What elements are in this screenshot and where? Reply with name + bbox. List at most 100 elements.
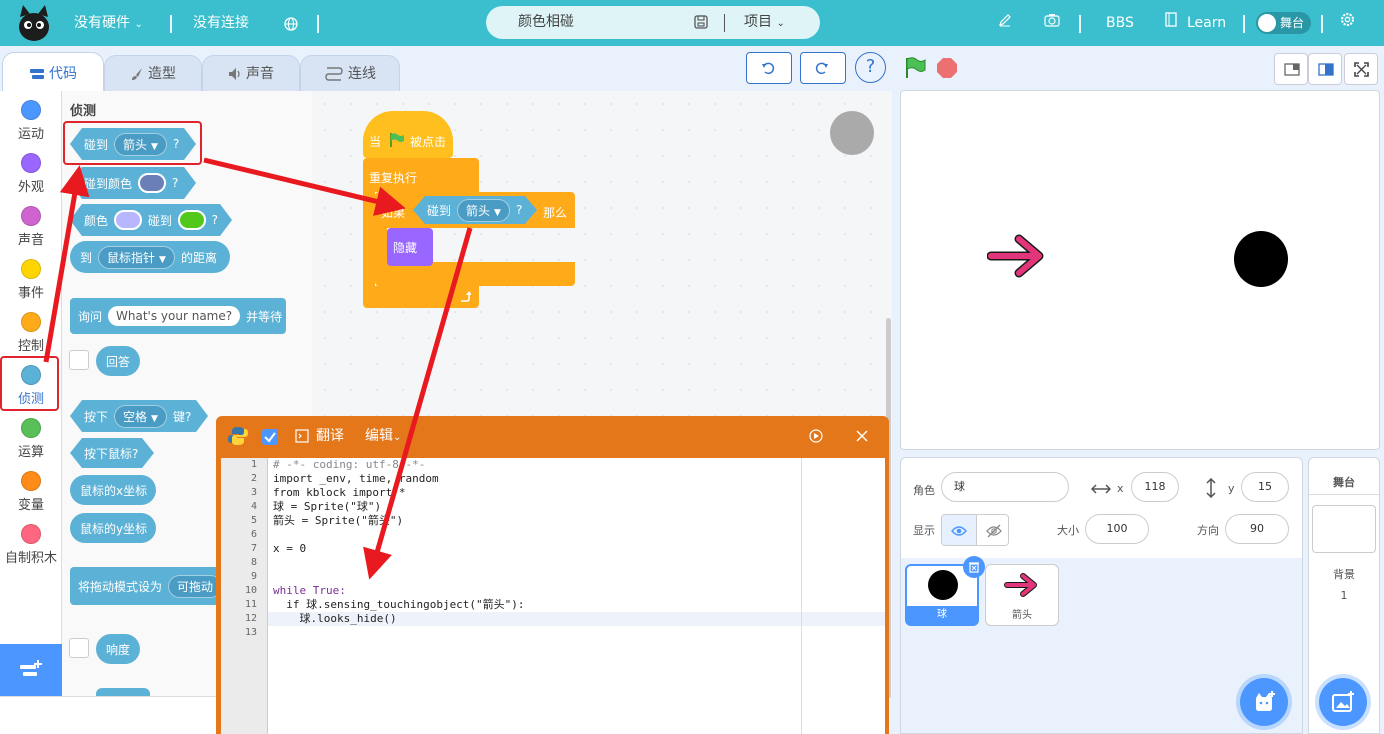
project-menu[interactable]: 项目 ⌄ (744, 6, 785, 40)
block-color-touching-color[interactable]: 颜色 碰到 ? (70, 204, 232, 236)
block-key-pressed[interactable]: 按下 空格 ▼ 键? (70, 400, 208, 432)
tab-code[interactable]: 代码 (2, 52, 104, 92)
add-sprite-icon (1256, 691, 1275, 711)
show-button[interactable] (942, 515, 976, 545)
connection-menu[interactable]: 没有连接 (193, 0, 249, 46)
dropdown-caret-icon: ▼ (159, 254, 166, 265)
touching-object-dropdown[interactable]: 箭头 ▼ (457, 199, 510, 222)
code-editor[interactable]: 1 2 3 4 5 6 7 8 9 10 11 12 13 # -*- codi… (221, 458, 885, 734)
fullscreen-button[interactable] (1344, 53, 1378, 85)
undo-button[interactable] (746, 52, 792, 84)
y-input[interactable]: 15 (1241, 472, 1289, 502)
run-icon[interactable] (809, 429, 823, 443)
x-label: x (1117, 482, 1124, 495)
chevron-down-icon: ⌄ (134, 19, 143, 30)
stage-canvas[interactable] (900, 90, 1380, 450)
arrow-sprite[interactable] (987, 231, 1047, 281)
direction-input[interactable]: 90 (1225, 514, 1289, 544)
add-sprite-button[interactable] (1240, 678, 1288, 726)
color-swatch[interactable] (114, 210, 142, 230)
category-label: 自制积木 (4, 551, 57, 566)
block-mouse-x[interactable]: 鼠标的x坐标 (70, 475, 156, 505)
category-dot (21, 471, 41, 491)
direction-label: 方向 (1197, 524, 1219, 537)
block-ask-and-wait[interactable]: 询问 What's your name? 并等待 (70, 298, 286, 334)
code-line: from kblock import * (273, 486, 406, 499)
help-button[interactable]: ? (855, 52, 886, 83)
delete-sprite-button[interactable] (963, 556, 985, 578)
redo-button[interactable] (800, 52, 846, 84)
color-swatch[interactable] (178, 210, 206, 230)
category-motion[interactable]: 运动 (0, 94, 62, 147)
category-operators[interactable]: 运算 (0, 412, 62, 465)
block-set-drag-mode[interactable]: 将拖动模式设为 可拖动 (70, 567, 223, 605)
category-variables[interactable]: 变量 (0, 465, 62, 518)
category-sound[interactable]: 声音 (0, 200, 62, 253)
hide-button[interactable] (976, 515, 1008, 545)
chevron-down-icon: ⌄ (776, 18, 785, 29)
undo-icon (762, 62, 775, 75)
add-backdrop-button[interactable] (1319, 678, 1367, 726)
ask-input[interactable]: What's your name? (108, 306, 241, 326)
tab-costumes-label: 造型 (148, 66, 176, 82)
divider (170, 15, 172, 33)
backdrop-thumbnail[interactable] (1312, 505, 1376, 553)
category-looks[interactable]: 外观 (0, 147, 62, 200)
project-menu-label: 项目 (744, 14, 772, 30)
divider (724, 14, 725, 32)
code-line: import _env, time, random (273, 472, 439, 485)
app-logo-icon[interactable] (14, 3, 54, 43)
hat-block-when-flag-clicked[interactable]: 当 被点击 (363, 111, 453, 158)
save-icon[interactable] (694, 15, 708, 29)
ball-sprite[interactable] (1234, 231, 1288, 287)
key-dropdown[interactable]: 空格 ▼ (114, 405, 167, 428)
green-flag-icon[interactable] (903, 56, 927, 80)
tab-wiring[interactable]: 连线 (300, 55, 400, 91)
learn-link[interactable]: Learn (1187, 0, 1226, 46)
block-mouse-y[interactable]: 鼠标的y坐标 (70, 513, 156, 543)
category-label: 事件 (17, 286, 44, 301)
block-distance-to[interactable]: 到 鼠标指针 ▼ 的距离 (70, 241, 230, 273)
annotation-highlight-sensing (0, 356, 59, 411)
category-my-blocks[interactable]: 自制积木 (0, 518, 62, 571)
sprite-name-input[interactable]: 球 (941, 472, 1069, 502)
sprite-thumbnail[interactable]: 箭头 (985, 564, 1059, 626)
loudness-monitor-checkbox[interactable] (69, 638, 89, 658)
category-control[interactable]: 控制 (0, 306, 62, 359)
block-hide[interactable]: 隐藏 (387, 228, 433, 266)
tab-sounds[interactable]: 声音 (202, 55, 300, 91)
close-icon[interactable] (856, 430, 868, 442)
forever-block[interactable]: 重复执行 (363, 158, 479, 192)
category-events[interactable]: 事件 (0, 253, 62, 306)
size-input[interactable]: 100 (1085, 514, 1149, 544)
distance-dropdown[interactable]: 鼠标指针 ▼ (98, 245, 175, 269)
block-touching-object-in-script[interactable]: 碰到 箭头 ▼ ? (413, 196, 537, 224)
hardware-menu[interactable]: 没有硬件 ⌄ (74, 0, 143, 46)
bbs-link[interactable]: BBS (1106, 0, 1134, 46)
globe-icon[interactable] (284, 17, 298, 31)
line-number: 4 (250, 501, 257, 512)
pencil-icon[interactable] (998, 13, 1012, 27)
sprite-thumbnail[interactable]: 球 (905, 556, 985, 626)
block-touching-color[interactable]: 碰到颜色 ? (70, 167, 196, 199)
large-stage-button[interactable] (1308, 53, 1342, 85)
block-loudness[interactable]: 响度 (96, 634, 140, 664)
drag-mode-dropdown[interactable]: 可拖动 (168, 574, 223, 598)
answer-monitor-checkbox[interactable] (69, 350, 89, 370)
small-stage-button[interactable] (1274, 53, 1308, 85)
project-title-input[interactable]: 颜色相碰 (518, 6, 574, 39)
translate-button[interactable]: 翻译 (316, 416, 344, 456)
tab-costumes[interactable]: 造型 (104, 55, 202, 91)
color-swatch[interactable] (138, 173, 166, 193)
x-input[interactable]: 118 (1131, 472, 1179, 502)
stop-icon[interactable] (936, 57, 958, 79)
block-text: 并等待 (246, 309, 283, 324)
add-extension-button[interactable] (0, 644, 62, 696)
stage-mode-toggle[interactable]: 舞台 (1256, 12, 1311, 34)
sync-checkbox[interactable] (262, 429, 278, 445)
gear-icon[interactable] (1340, 12, 1355, 27)
block-answer[interactable]: 回答 (96, 346, 140, 376)
block-mouse-down[interactable]: 按下鼠标? (70, 438, 154, 468)
edit-menu[interactable]: 编辑⌄ (365, 416, 401, 458)
camera-icon[interactable] (1044, 13, 1060, 27)
